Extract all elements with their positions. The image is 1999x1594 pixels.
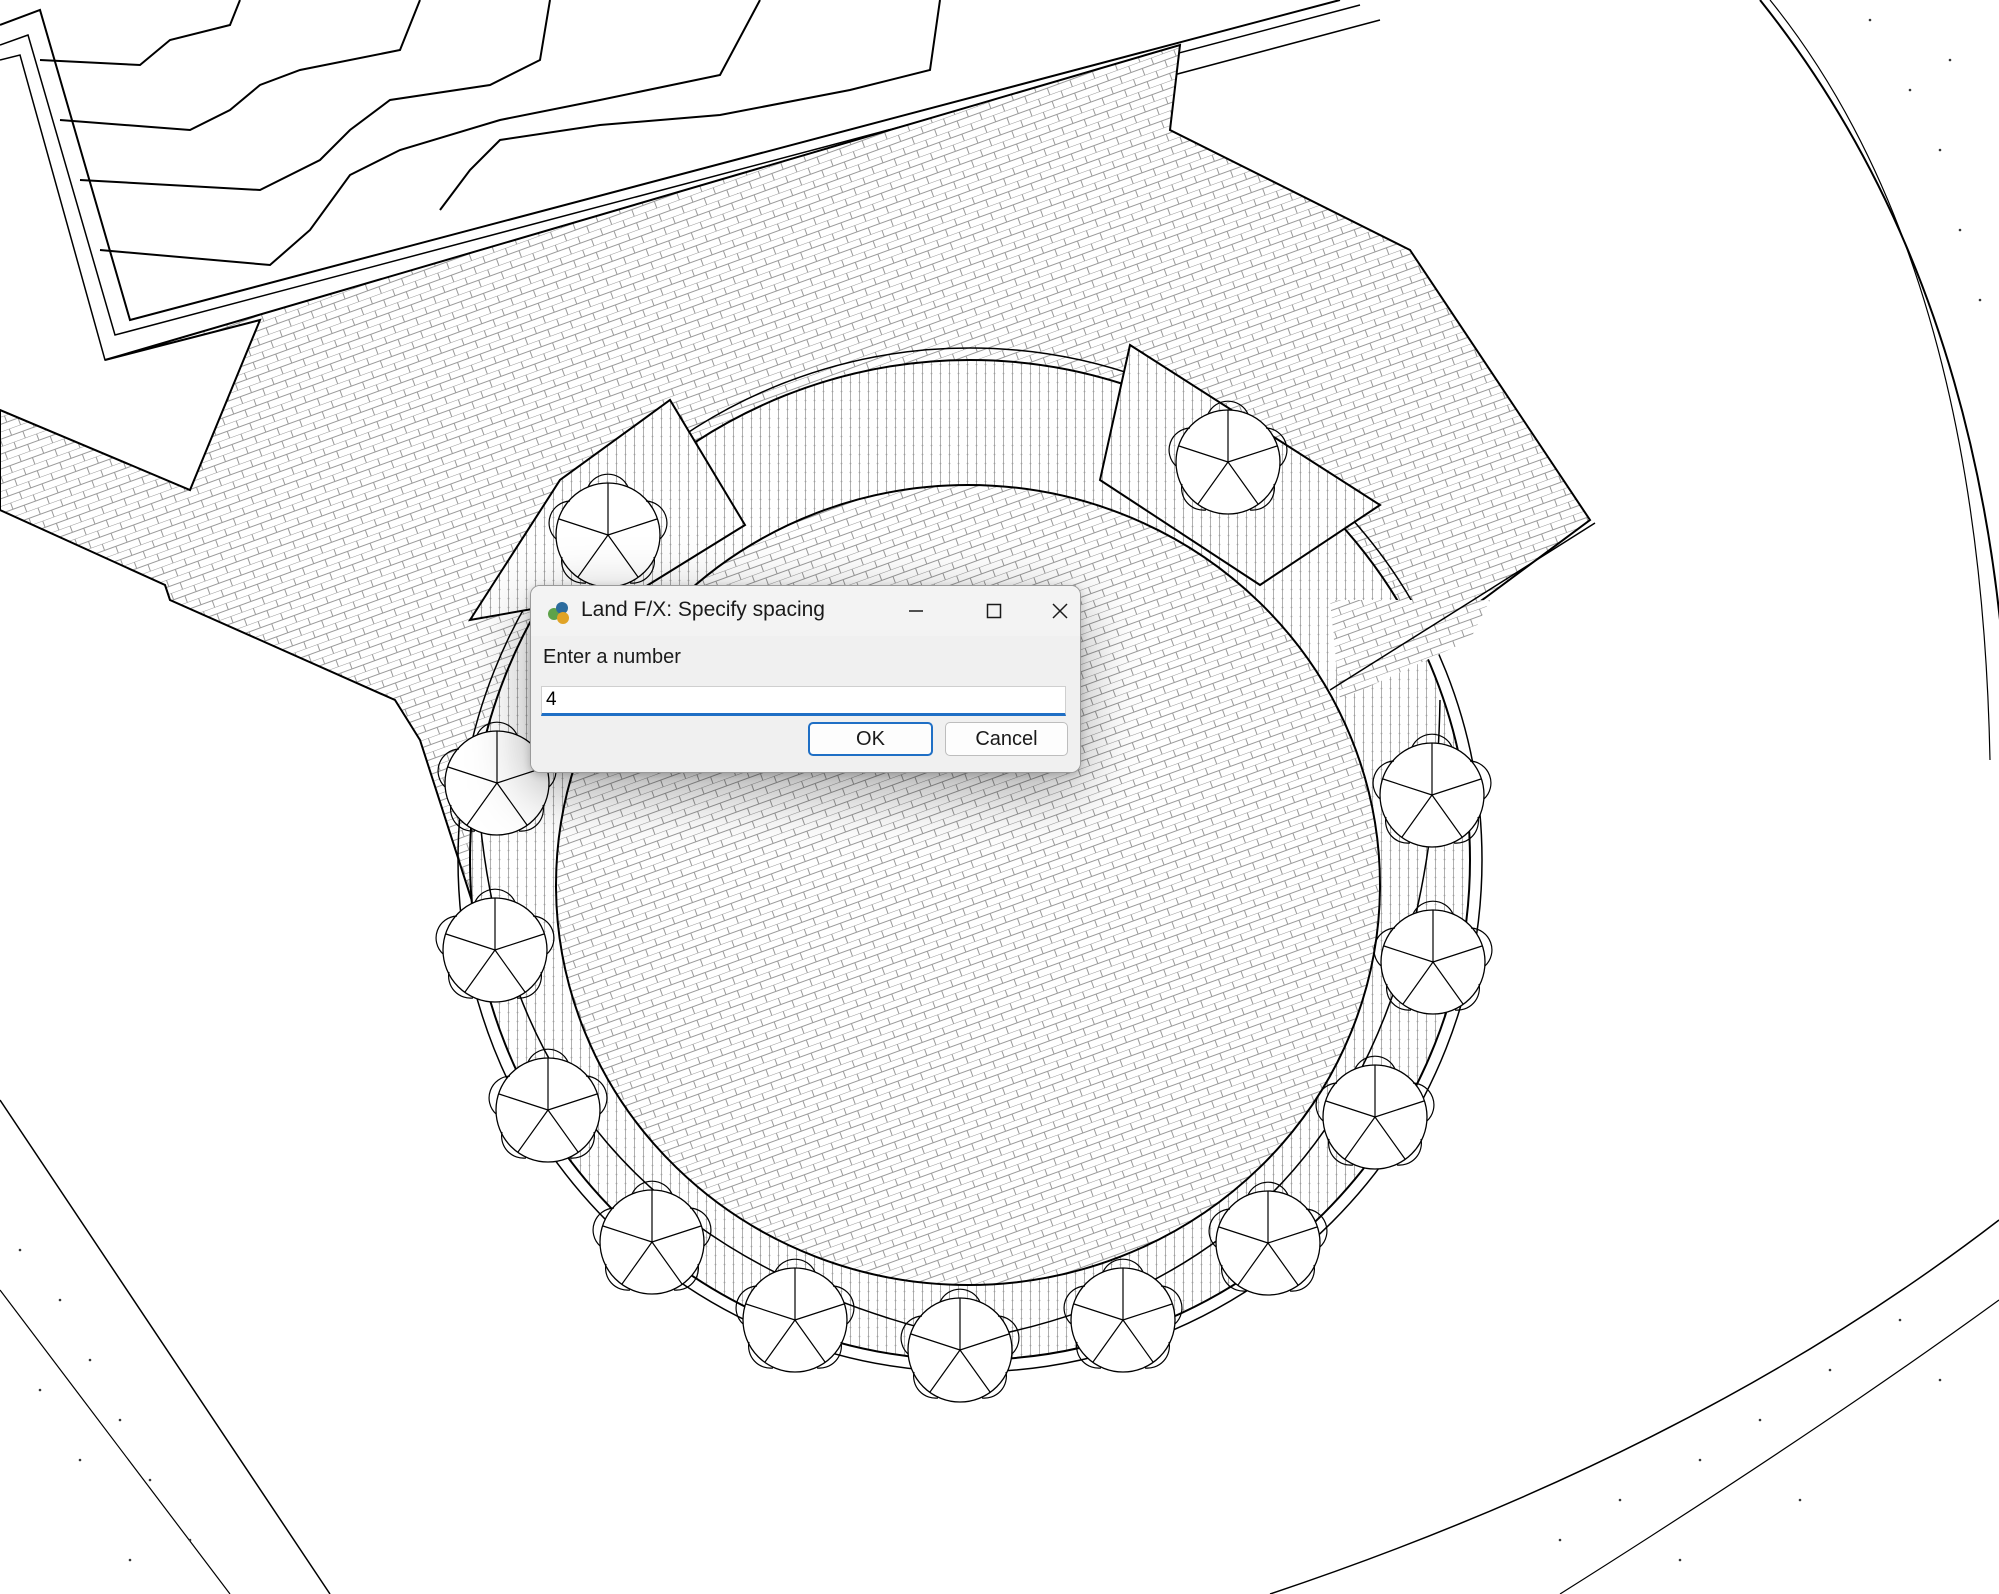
road-edge-left	[0, 1099, 331, 1594]
road-edge-right-2	[1559, 1299, 1999, 1594]
dialog-body: Enter a number OK Cancel	[531, 636, 1080, 772]
minimize-icon	[909, 610, 923, 612]
maximize-icon	[986, 603, 1002, 619]
title-bar[interactable]: Land F/X: Specify spacing	[531, 586, 1080, 636]
dialog-title: Land F/X: Specify spacing	[581, 598, 825, 621]
cad-drawing-canvas[interactable]	[0, 0, 1999, 1594]
close-icon	[1052, 603, 1068, 619]
prompt-label: Enter a number	[543, 646, 681, 668]
ok-button[interactable]: OK	[808, 722, 933, 756]
maximize-button[interactable]	[962, 592, 1026, 630]
cancel-button[interactable]: Cancel	[945, 722, 1068, 756]
minimize-button[interactable]	[884, 592, 948, 630]
land-fx-icon	[548, 602, 569, 624]
road-edge-left-2	[0, 1289, 231, 1594]
close-button[interactable]	[1040, 592, 1080, 630]
spacing-input[interactable]	[541, 686, 1066, 716]
outer-arc-right	[1759, 0, 1999, 621]
specify-spacing-dialog: Land F/X: Specify spacing Enter a number…	[530, 585, 1081, 773]
outer-arc-right-inner	[1769, 0, 1991, 761]
road-edge-right	[1269, 1219, 1999, 1594]
